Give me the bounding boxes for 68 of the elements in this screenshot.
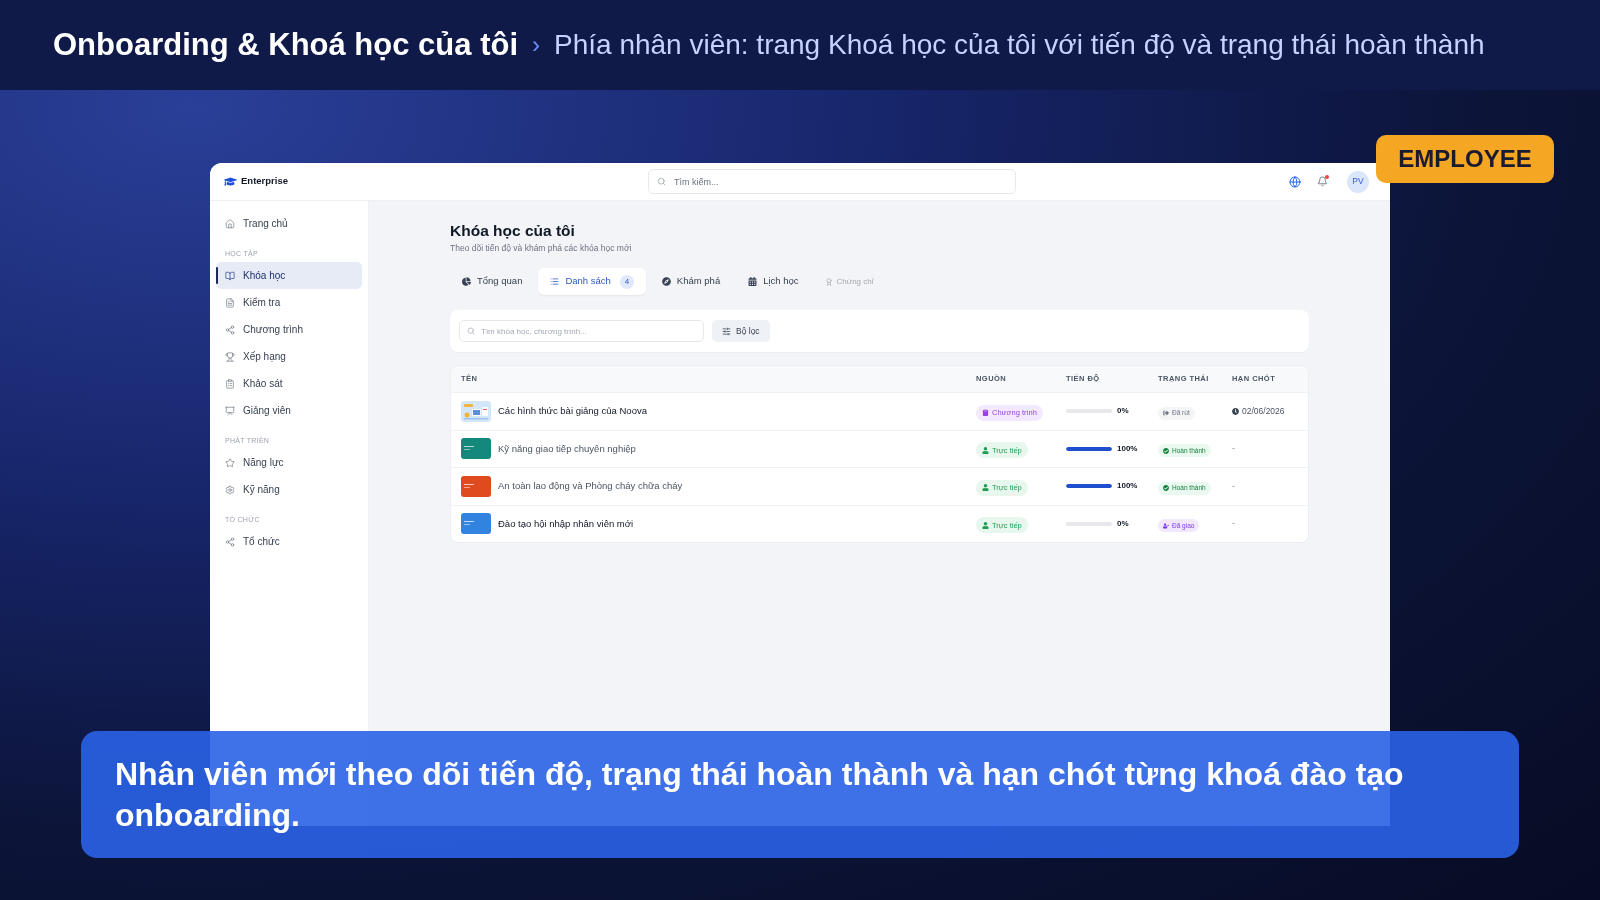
- tab-count-badge: 4: [619, 274, 634, 289]
- person-check-icon: [1163, 522, 1169, 529]
- sidebar-item[interactable]: Kỹ năng: [216, 476, 362, 503]
- clipboard-icon: [982, 409, 989, 417]
- sidebar-item[interactable]: Trang chủ: [216, 210, 362, 237]
- document-icon: [225, 297, 235, 308]
- list-icon: [550, 277, 560, 286]
- calendar-icon: [748, 277, 758, 286]
- nodes-icon: [225, 324, 235, 335]
- sidebar-item[interactable]: Năng lực: [216, 449, 362, 476]
- page-subtitle: Theo dõi tiến độ và khám phá các khóa học mới: [450, 243, 633, 254]
- progress-reading: 0%: [1117, 405, 1130, 418]
- slide-subtitle: Phía nhân viên: trang Khoá học của tôi với tiến độ và trạng thái hoàn thành: [554, 28, 1485, 62]
- tab[interactable]: Tổng quan: [450, 268, 535, 295]
- person-icon: [982, 446, 989, 454]
- brand-name: Enterprise: [241, 174, 288, 189]
- clock-icon: [1232, 407, 1239, 415]
- filter-button[interactable]: Bộ lọc: [712, 320, 770, 342]
- book-icon: [225, 270, 235, 281]
- page-title: Khóa học của tôi: [450, 222, 576, 240]
- compass-icon: [661, 277, 671, 286]
- role-badge: EMPLOYEE: [1376, 135, 1554, 183]
- sidebar-item[interactable]: Khóa học: [216, 262, 362, 289]
- presentation-board-icon: [225, 405, 235, 416]
- progress-reading: 100%: [1117, 480, 1139, 493]
- search-field[interactable]: Tìm kiếm...: [648, 169, 1016, 194]
- star-icon: [225, 457, 235, 468]
- search-icon: [657, 177, 666, 186]
- sliders-icon: [722, 326, 731, 336]
- breadcrumb-separator: ›: [532, 30, 540, 60]
- sidebar-item[interactable]: Chương trình: [216, 316, 362, 343]
- course-search-field[interactable]: Tìm khóa học, chương trình...: [459, 320, 704, 342]
- person-icon: [982, 521, 989, 529]
- nodes-icon: [225, 536, 235, 547]
- exit-icon: [1163, 410, 1169, 417]
- course-title[interactable]: Kỹ năng giao tiếp chuyên nghiệp: [498, 441, 636, 456]
- notification-bell-icon[interactable]: [1317, 176, 1328, 187]
- course-title[interactable]: Các hình thức bài giảng của Noova: [498, 404, 647, 419]
- sidebar-item[interactable]: Xếp hạng: [216, 343, 362, 370]
- trophy-icon: [225, 351, 235, 362]
- search-icon: [467, 327, 475, 335]
- slide-title: Onboarding & Khoá học của tôi: [53, 25, 518, 64]
- course-title[interactable]: Đào tạo hội nhập nhân viên mới: [498, 516, 634, 531]
- illustration-thumbnail: [461, 400, 491, 422]
- progress-reading: 0%: [1117, 517, 1130, 530]
- deadline-date: 02/06/2026: [1242, 404, 1285, 418]
- deadline-empty-text: -: [1232, 479, 1236, 493]
- sidebar-item[interactable]: Giảng viên: [216, 397, 362, 424]
- sidebar-item[interactable]: Kiểm tra: [216, 289, 362, 316]
- tab[interactable]: Khám phá: [649, 268, 733, 295]
- gear-icon: [225, 484, 235, 495]
- progress-reading: 100%: [1117, 442, 1139, 455]
- pie-chart-icon: [462, 277, 471, 286]
- sidebar-item[interactable]: Tổ chức: [216, 528, 362, 555]
- caption-banner: Nhân viên mới theo dõi tiến độ, trạng thái hoàn thành và hạn chót từng khoá đào tạo onboarding.: [81, 731, 1519, 858]
- person-icon: [982, 484, 989, 492]
- home-icon: [225, 218, 235, 229]
- course-title[interactable]: An toàn lao động và Phòng cháy chữa cháy: [498, 479, 683, 494]
- tab[interactable]: Danh sách 4: [538, 268, 646, 295]
- graduation-cap-icon: [224, 175, 237, 188]
- deadline-empty-text: -: [1232, 442, 1236, 455]
- clipboard-icon: [225, 378, 235, 389]
- deadline-empty-text: -: [1232, 517, 1236, 530]
- user-avatar[interactable]: PV: [1347, 170, 1369, 193]
- globe-icon[interactable]: [1289, 175, 1301, 188]
- medal-icon: [824, 277, 833, 286]
- tab[interactable]: Lịch học: [736, 268, 811, 295]
- sidebar-item[interactable]: Khảo sát: [216, 370, 362, 397]
